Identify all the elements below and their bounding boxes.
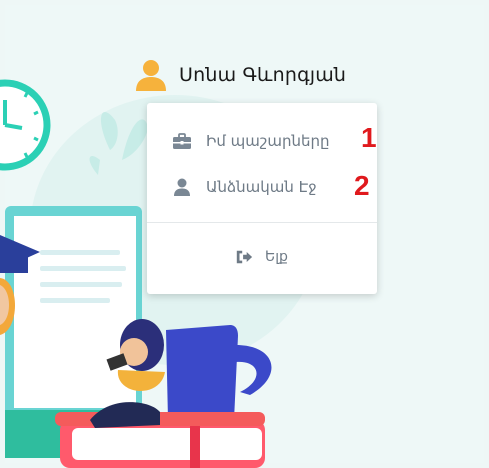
user-name: Սոնա Գևորգյան bbox=[179, 64, 347, 86]
briefcase-icon bbox=[173, 133, 191, 149]
annotation-marker-2: 2 bbox=[354, 170, 370, 201]
menu-item-label: Անձնական Էջ bbox=[206, 178, 317, 196]
user-menu-toggle[interactable]: Սոնա Գևորգյան bbox=[133, 54, 346, 96]
sign-out-icon bbox=[236, 250, 253, 264]
menu-item-label: Իմ պաշարները bbox=[206, 132, 330, 150]
logout-button[interactable]: Ելք bbox=[233, 248, 288, 266]
user-icon bbox=[136, 60, 166, 91]
user-icon bbox=[174, 178, 190, 196]
logout-label: Ելք bbox=[265, 249, 288, 265]
clock-icon bbox=[0, 79, 51, 171]
annotation-marker-1: 1 bbox=[361, 122, 377, 153]
menu-divider bbox=[147, 222, 377, 223]
menu-item-profile[interactable]: Անձնական Էջ bbox=[172, 177, 317, 197]
plant-leaves bbox=[89, 111, 148, 175]
mug-illustration bbox=[160, 325, 272, 423]
page: Սոնա Գևորգյան Իմ պաշարները Անձնական Էջ 1… bbox=[0, 0, 489, 468]
menu-item-my-resources[interactable]: Իմ պաշարները bbox=[172, 131, 330, 151]
